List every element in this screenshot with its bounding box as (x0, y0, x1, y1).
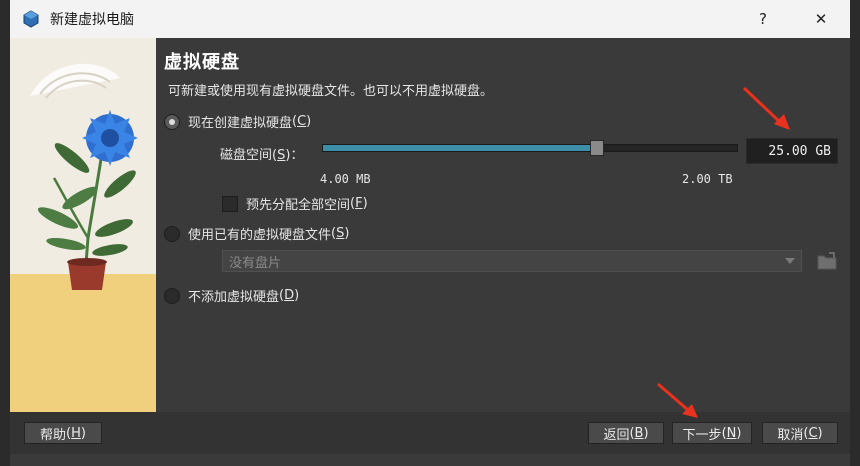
background-right-strip (850, 0, 860, 466)
cancel-button-label: 取消 (777, 427, 804, 443)
radio-existing-shortcut: S (336, 226, 345, 241)
title-bar: 新建虚拟电脑 ? ✕ (10, 0, 850, 38)
dialog-body: 虚拟硬盘 可新建或使用现有虚拟硬盘文件。也可以不用虚拟硬盘。 现在创建虚拟硬盘(… (10, 38, 850, 454)
existing-disk-placeholder: 没有盘片 (229, 255, 282, 271)
help-title-button[interactable]: ? (740, 0, 786, 38)
radio-create-shortcut: C (297, 114, 307, 129)
slider-fill (323, 145, 597, 151)
page-description: 可新建或使用现有虚拟硬盘文件。也可以不用虚拟硬盘。 (168, 84, 494, 99)
folder-icon (817, 252, 837, 270)
help-button-shortcut: H (71, 425, 81, 441)
help-button[interactable]: 帮助(H) (24, 422, 102, 444)
help-glyph: ? (759, 10, 767, 28)
radio-no-disk[interactable]: 不添加虚拟硬盘(D) (164, 286, 299, 305)
disk-size-input[interactable]: 25.00 GB (746, 138, 838, 164)
disk-size-label: 磁盘空间(S)： (220, 148, 304, 163)
cancel-button-shortcut: C (808, 425, 818, 441)
back-button[interactable]: 返回(B) (588, 422, 664, 444)
virtualbox-icon (23, 10, 39, 28)
next-button-shortcut: N (726, 425, 737, 441)
close-icon: ✕ (814, 10, 828, 28)
radio-indicator-create[interactable] (164, 113, 180, 130)
prealloc-checkbox-row[interactable]: 预先分配全部空间(F) (222, 194, 368, 213)
radio-indicator-existing[interactable] (164, 225, 180, 242)
button-bar: 帮助(H) 返回(B) 下一步(N) 取消(C) (10, 412, 850, 454)
radio-create-disk[interactable]: 现在创建虚拟硬盘(C) (164, 112, 311, 131)
radio-use-existing[interactable]: 使用已有的虚拟硬盘文件(S) (164, 224, 349, 243)
plant-illustration (10, 38, 156, 412)
help-button-label: 帮助 (40, 427, 67, 443)
radio-existing-label: 使用已有的虚拟硬盘文件 (188, 228, 332, 243)
close-button[interactable]: ✕ (798, 0, 844, 38)
radio-none-label: 不添加虚拟硬盘 (188, 290, 280, 305)
prealloc-checkbox[interactable] (222, 195, 238, 212)
next-button-label: 下一步 (682, 427, 722, 443)
radio-create-label: 现在创建虚拟硬盘 (188, 116, 293, 131)
back-button-shortcut: B (634, 425, 644, 441)
wizard-illustration (10, 38, 156, 412)
window-title: 新建虚拟电脑 (50, 12, 134, 28)
slider-max-label: 2.00 TB (682, 172, 733, 186)
slider-min-label: 4.00 MB (320, 172, 371, 186)
choose-disk-button[interactable] (816, 250, 838, 272)
disk-size-text: 磁盘空间 (220, 148, 273, 163)
chevron-down-icon (785, 258, 795, 264)
back-button-label: 返回 (603, 427, 630, 443)
cancel-button[interactable]: 取消(C) (762, 422, 838, 444)
disk-size-colon: ： (290, 148, 304, 163)
disk-size-slider[interactable] (322, 140, 738, 156)
prealloc-shortcut: F (355, 196, 363, 211)
radio-none-shortcut: D (284, 288, 295, 303)
next-button[interactable]: 下一步(N) (672, 422, 752, 444)
existing-disk-select[interactable]: 没有盘片 (222, 250, 802, 272)
disk-size-shortcut: S (277, 148, 286, 163)
radio-indicator-none[interactable] (164, 287, 180, 304)
slider-handle[interactable] (590, 140, 605, 156)
prealloc-label: 预先分配全部空间 (246, 198, 351, 213)
background-left-strip (0, 0, 10, 466)
page-heading: 虚拟硬盘 (164, 52, 240, 73)
